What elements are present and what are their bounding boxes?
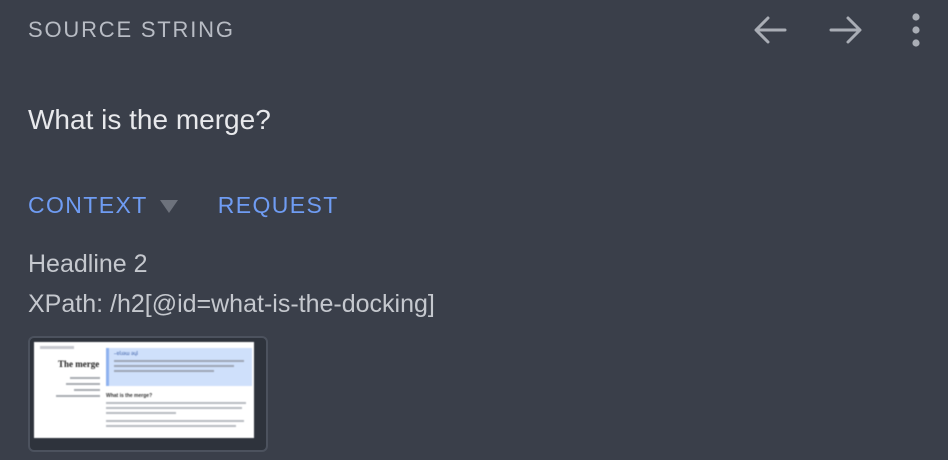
thumbnail-heading: The merge (58, 359, 100, 369)
thumbnail-page-preview: The merge –ɐʇɹǝɯ ǝɥʇ What is the merge? (34, 342, 254, 438)
thumbnail-nav-line (74, 389, 100, 391)
source-string-header: SOURCE STRING (28, 13, 928, 47)
thumbnail-banner: –ɐʇɹǝɯ ǝɥʇ (106, 348, 252, 386)
source-string-text: What is the merge? (28, 104, 271, 135)
thumbnail-text-line (106, 412, 176, 414)
context-tabs: CONTEXT REQUEST (28, 190, 339, 220)
context-details: Headline 2 XPath: /h2[@id=what-is-the-do… (28, 244, 435, 324)
tab-context-label: CONTEXT (28, 192, 148, 218)
thumbnail-text-line (106, 425, 236, 427)
header-actions (750, 12, 928, 48)
thumbnail-sidebar: The merge (40, 346, 100, 397)
thumbnail-banner-line (114, 370, 214, 372)
chevron-down-icon[interactable] (159, 199, 178, 213)
thumbnail-nav-line (56, 395, 100, 397)
element-type: Headline 2 (28, 250, 148, 278)
thumbnail-banner-line (114, 360, 244, 362)
thumbnail-text-line (106, 402, 246, 404)
tab-context[interactable]: CONTEXT (28, 190, 178, 220)
arrow-right-icon[interactable] (826, 12, 866, 48)
xpath-value: XPath: /h2[@id=what-is-the-docking] (28, 290, 435, 318)
thumbnail-banner-line (114, 365, 234, 367)
thumbnail-nav-line (66, 383, 100, 385)
thumbnail-text-line (106, 420, 244, 422)
section-title: SOURCE STRING (28, 17, 235, 42)
thumbnail-text-line (106, 407, 242, 409)
tab-request-label: REQUEST (217, 192, 339, 218)
thumbnail-banner-title: –ɐʇɹǝɯ ǝɥʇ (114, 351, 138, 357)
arrow-left-icon[interactable] (750, 12, 790, 48)
more-vertical-icon[interactable] (904, 12, 928, 48)
context-screenshot-thumbnail[interactable]: The merge –ɐʇɹǝɯ ǝɥʇ What is the merge? (28, 336, 268, 452)
thumbnail-subheading: What is the merge? (106, 393, 153, 399)
thumbnail-nav-line (70, 377, 100, 379)
thumbnail-main: –ɐʇɹǝɯ ǝɥʇ What is the merge? (106, 348, 252, 427)
thumbnail-brand (40, 346, 74, 349)
tab-request[interactable]: REQUEST (218, 190, 339, 220)
